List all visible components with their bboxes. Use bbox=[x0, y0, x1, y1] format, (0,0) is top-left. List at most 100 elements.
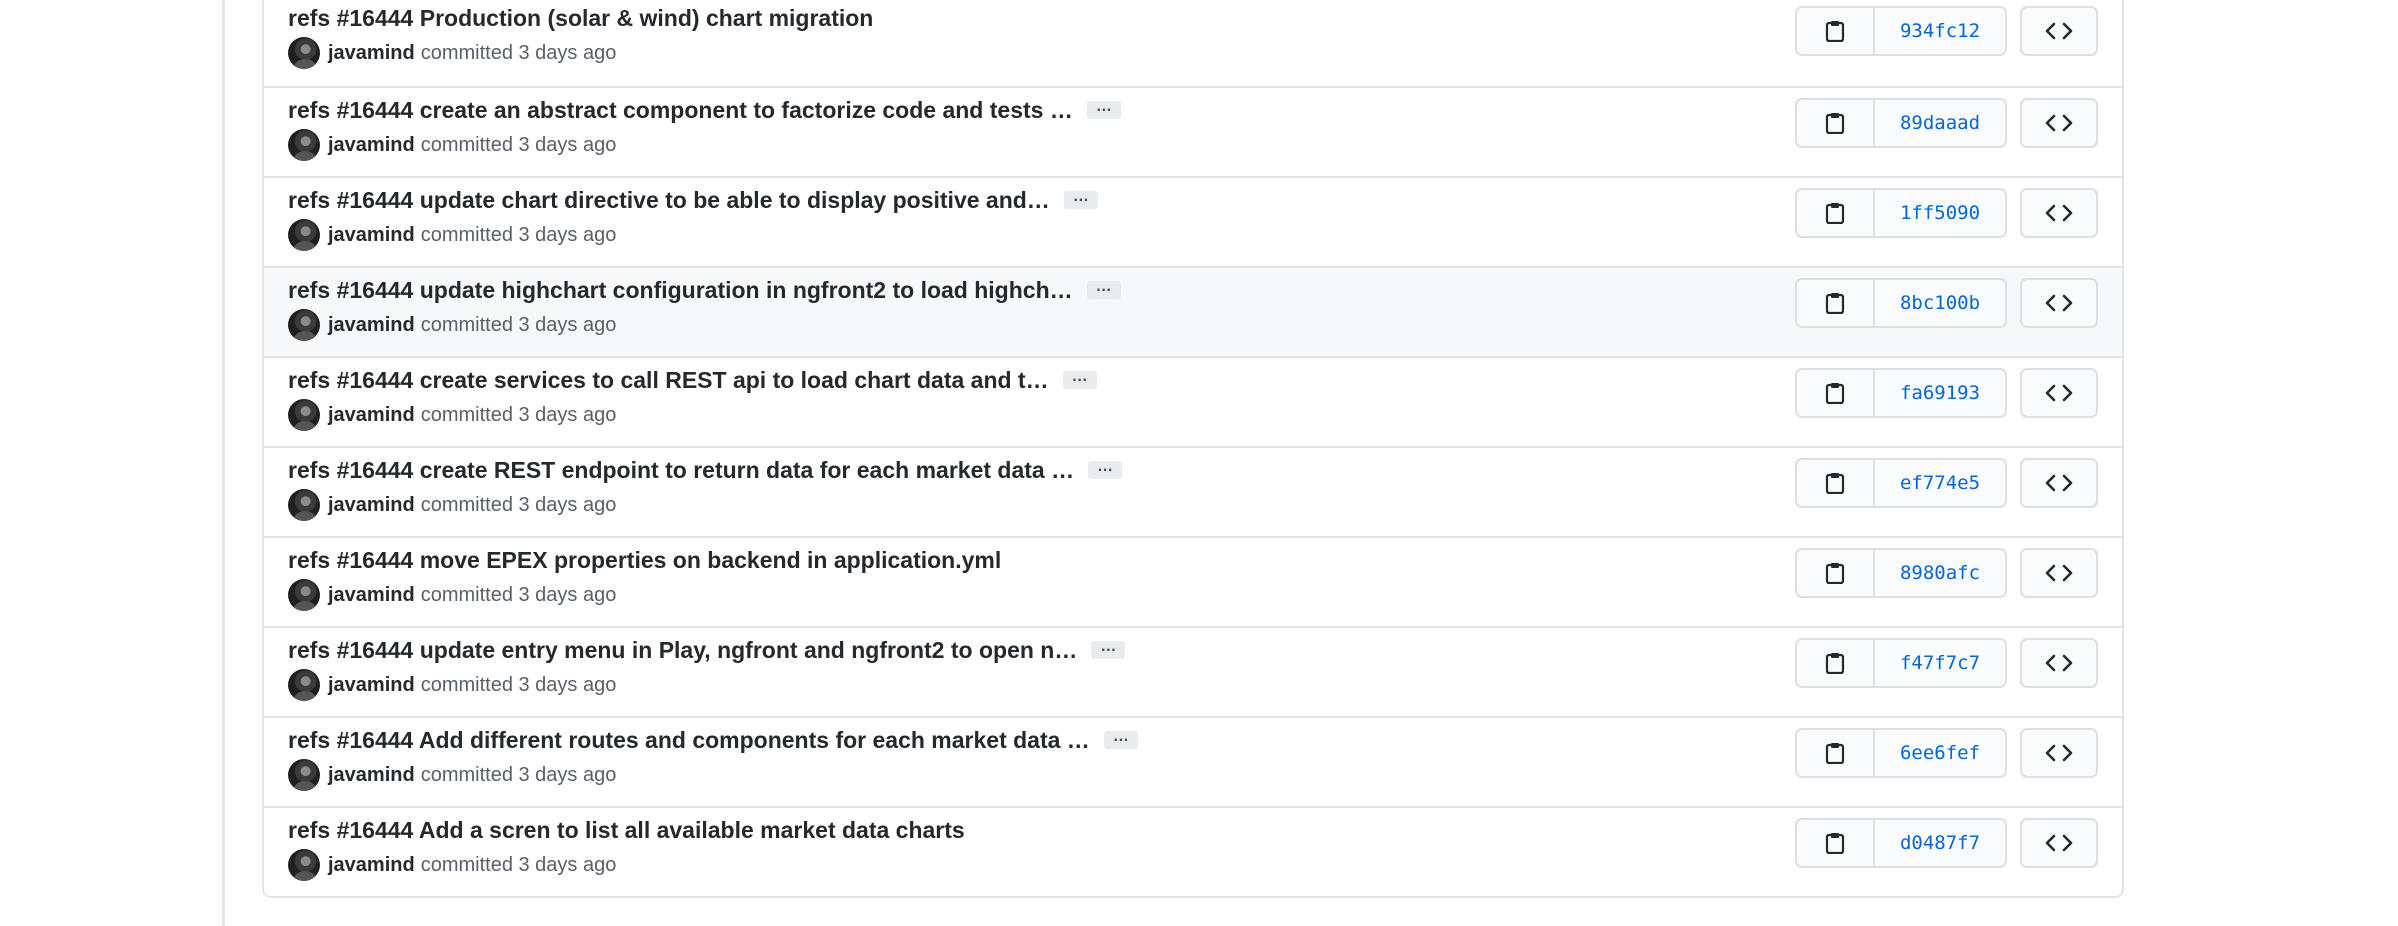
commit-meta: javamind committed 3 days ago bbox=[288, 848, 616, 882]
commit-message-line: refs #16444 move EPEX properties on back… bbox=[288, 544, 1001, 576]
author-link[interactable]: javamind bbox=[328, 494, 415, 517]
clipboard-icon bbox=[1825, 292, 1845, 314]
browse-repo-button[interactable] bbox=[2020, 188, 2098, 238]
copy-sha-button[interactable] bbox=[1797, 100, 1875, 146]
code-icon bbox=[2044, 293, 2074, 313]
commit-message-line: refs #16444 Add different routes and com… bbox=[288, 724, 1138, 756]
author-link[interactable]: javamind bbox=[328, 314, 415, 337]
browse-repo-button[interactable] bbox=[2020, 818, 2098, 868]
timeline-line bbox=[222, 0, 225, 926]
commit-actions: f47f7c7 bbox=[1795, 638, 2098, 688]
copy-sha-button[interactable] bbox=[1797, 460, 1875, 506]
author-link[interactable]: javamind bbox=[328, 674, 415, 697]
browse-repo-button[interactable] bbox=[2020, 98, 2098, 148]
browse-repo-button[interactable] bbox=[2020, 638, 2098, 688]
commit-title-link[interactable]: refs #16444 update chart directive to be… bbox=[288, 187, 1050, 214]
commit-title-link[interactable]: refs #16444 move EPEX properties on back… bbox=[288, 547, 1001, 574]
copy-sha-button[interactable] bbox=[1797, 550, 1875, 596]
avatar[interactable] bbox=[288, 399, 320, 431]
browse-repo-button[interactable] bbox=[2020, 278, 2098, 328]
avatar[interactable] bbox=[288, 849, 320, 881]
avatar[interactable] bbox=[288, 669, 320, 701]
commit-title-link[interactable]: refs #16444 update entry menu in Play, n… bbox=[288, 637, 1077, 664]
commit-actions: fa69193 bbox=[1795, 368, 2098, 418]
commit-sha-link[interactable]: 6ee6fef bbox=[1875, 730, 2005, 776]
code-icon bbox=[2044, 113, 2074, 133]
avatar[interactable] bbox=[288, 309, 320, 341]
avatar[interactable] bbox=[288, 489, 320, 521]
author-link[interactable]: javamind bbox=[328, 224, 415, 247]
browse-repo-button[interactable] bbox=[2020, 368, 2098, 418]
commit-time: committed 3 days ago bbox=[420, 403, 617, 426]
commit-message-line: refs #16444 Add a scren to list all avai… bbox=[288, 814, 965, 846]
commit-sha-link[interactable]: f47f7c7 bbox=[1875, 640, 2005, 686]
browse-repo-button[interactable] bbox=[2020, 458, 2098, 508]
commit-message-line: refs #16444 create REST endpoint to retu… bbox=[288, 454, 1123, 486]
clipboard-icon bbox=[1825, 742, 1845, 764]
copy-sha-button[interactable] bbox=[1797, 820, 1875, 866]
commit-sha-link[interactable]: 934fc12 bbox=[1875, 8, 2005, 54]
commit-time: committed 3 days ago bbox=[420, 763, 617, 786]
code-icon bbox=[2044, 473, 2074, 493]
code-icon bbox=[2044, 653, 2074, 673]
author-link[interactable]: javamind bbox=[328, 42, 415, 65]
commit-actions: ef774e5 bbox=[1795, 458, 2098, 508]
commit-row: refs #16444 Add a scren to list all avai… bbox=[264, 806, 2122, 896]
commit-meta: javamind committed 3 days ago bbox=[288, 578, 616, 612]
commit-row: refs #16444 update highchart configurati… bbox=[264, 266, 2122, 356]
commit-title-link[interactable]: refs #16444 Add a scren to list all avai… bbox=[288, 817, 965, 844]
expand-message-button[interactable]: … bbox=[1091, 639, 1126, 659]
code-icon bbox=[2044, 833, 2074, 853]
avatar[interactable] bbox=[288, 759, 320, 791]
commit-time: committed 3 days ago bbox=[420, 41, 617, 64]
commit-sha-link[interactable]: d0487f7 bbox=[1875, 820, 2005, 866]
commit-title-link[interactable]: refs #16444 update highchart configurati… bbox=[288, 277, 1073, 304]
commit-sha-link[interactable]: 8980afc bbox=[1875, 550, 2005, 596]
commit-meta: javamind committed 3 days ago bbox=[288, 398, 616, 432]
code-icon bbox=[2044, 563, 2074, 583]
copy-sha-button[interactable] bbox=[1797, 8, 1875, 54]
commit-sha-link[interactable]: ef774e5 bbox=[1875, 460, 2005, 506]
author-link[interactable]: javamind bbox=[328, 404, 415, 427]
commit-sha-link[interactable]: 8bc100b bbox=[1875, 280, 2005, 326]
sha-button-group: 6ee6fef bbox=[1795, 728, 2007, 778]
browse-repo-button[interactable] bbox=[2020, 6, 2098, 56]
copy-sha-button[interactable] bbox=[1797, 640, 1875, 686]
commit-title-link[interactable]: refs #16444 create services to call REST… bbox=[288, 367, 1049, 394]
browse-repo-button[interactable] bbox=[2020, 548, 2098, 598]
commit-sha-link[interactable]: 1ff5090 bbox=[1875, 190, 2005, 236]
avatar[interactable] bbox=[288, 129, 320, 161]
copy-sha-button[interactable] bbox=[1797, 190, 1875, 236]
commit-time: committed 3 days ago bbox=[420, 133, 617, 156]
copy-sha-button[interactable] bbox=[1797, 730, 1875, 776]
code-icon bbox=[2044, 21, 2074, 41]
expand-message-button[interactable]: … bbox=[1063, 189, 1098, 209]
author-link[interactable]: javamind bbox=[328, 764, 415, 787]
commit-sha-link[interactable]: 89daaad bbox=[1875, 100, 2005, 146]
commit-meta: javamind committed 3 days ago bbox=[288, 668, 616, 702]
commit-title-link[interactable]: refs #16444 Production (solar & wind) ch… bbox=[288, 5, 873, 32]
expand-message-button[interactable]: … bbox=[1088, 459, 1123, 479]
commit-row: refs #16444 update entry menu in Play, n… bbox=[264, 626, 2122, 716]
sha-button-group: 8980afc bbox=[1795, 548, 2007, 598]
commit-row: refs #16444 Add different routes and com… bbox=[264, 716, 2122, 806]
author-link[interactable]: javamind bbox=[328, 584, 415, 607]
expand-message-button[interactable]: … bbox=[1086, 99, 1121, 119]
avatar[interactable] bbox=[288, 579, 320, 611]
expand-message-button[interactable]: … bbox=[1062, 369, 1097, 389]
expand-message-button[interactable]: … bbox=[1103, 729, 1138, 749]
avatar[interactable] bbox=[288, 37, 320, 69]
browse-repo-button[interactable] bbox=[2020, 728, 2098, 778]
copy-sha-button[interactable] bbox=[1797, 280, 1875, 326]
commit-title-link[interactable]: refs #16444 create an abstract component… bbox=[288, 97, 1073, 124]
commit-sha-link[interactable]: fa69193 bbox=[1875, 370, 2005, 416]
avatar[interactable] bbox=[288, 219, 320, 251]
commit-meta: javamind committed 3 days ago bbox=[288, 218, 616, 252]
commit-title-link[interactable]: refs #16444 Add different routes and com… bbox=[288, 727, 1090, 754]
author-link[interactable]: javamind bbox=[328, 134, 415, 157]
author-link[interactable]: javamind bbox=[328, 854, 415, 877]
expand-message-button[interactable]: … bbox=[1086, 279, 1121, 299]
commit-row: refs #16444 create an abstract component… bbox=[264, 86, 2122, 176]
commit-title-link[interactable]: refs #16444 create REST endpoint to retu… bbox=[288, 457, 1074, 484]
copy-sha-button[interactable] bbox=[1797, 370, 1875, 416]
